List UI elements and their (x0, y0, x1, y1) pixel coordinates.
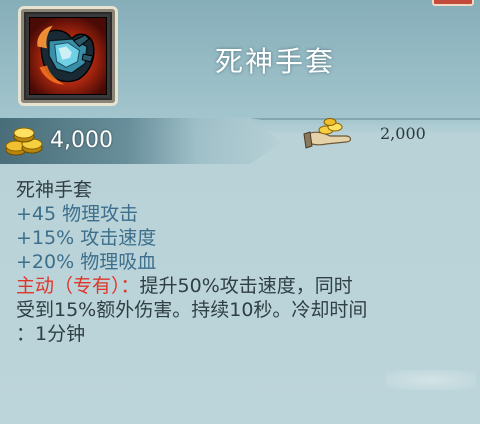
close-tab[interactable] (432, 0, 474, 6)
active-text-1: 提升50%攻击速度，同时 (139, 275, 353, 297)
watermark-smudge (386, 370, 476, 390)
active-effect-line-2: 受到15%额外伤害。持续10秒。冷却时间 (16, 299, 368, 321)
item-description: 死神手套 +45 物理攻击 +15% 攻击速度 +20% 物理吸血 主动（专有）… (16, 178, 471, 346)
item-title: 死神手套 (214, 45, 335, 78)
active-label: 主动（专有）： (16, 275, 140, 297)
stat-line-physical-attack: +45 物理攻击 (16, 203, 139, 225)
active-effect-line-3: ：1分钟 (16, 323, 86, 345)
sell-price: 2,000 (380, 124, 426, 143)
gauntlet-icon (29, 17, 107, 95)
gold-coins-icon (4, 124, 46, 158)
description-item-name: 死神手套 (16, 179, 93, 201)
item-tooltip-panel: 死神手套 4,000 2,000 死神手套 +45 物理攻击 +15% 攻击速度… (0, 0, 480, 424)
buy-price: 4,000 (50, 128, 113, 153)
stat-line-lifesteal: +20% 物理吸血 (16, 251, 157, 273)
active-effect-line-1: 主动（专有）：提升50%攻击速度，同时 (16, 274, 471, 298)
item-icon-frame (18, 6, 118, 106)
stat-line-attack-speed: +15% 攻击速度 (16, 227, 157, 249)
coins-in-hand-icon (302, 116, 354, 150)
